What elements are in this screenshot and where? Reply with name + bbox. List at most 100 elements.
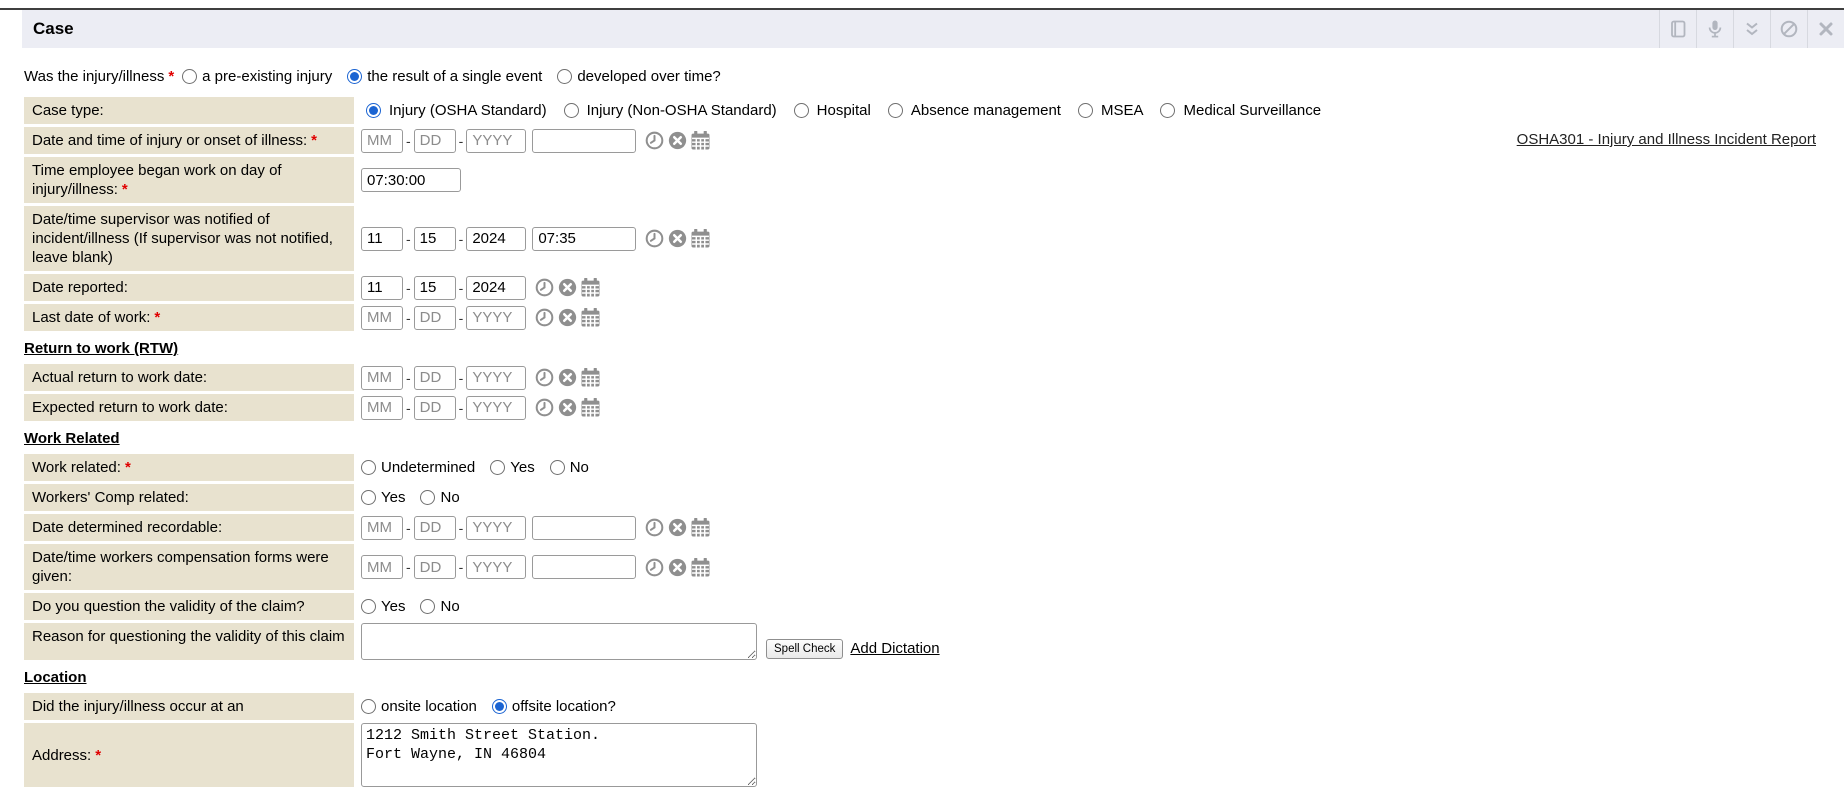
radio-checked-icon[interactable] — [492, 699, 507, 714]
radio-icon[interactable] — [361, 599, 376, 614]
day-input[interactable] — [414, 129, 456, 153]
radio-icon[interactable] — [361, 460, 376, 475]
radio-icon[interactable] — [420, 490, 435, 505]
radio-medical-surveillance[interactable]: Medical Surveillance — [1160, 102, 1321, 119]
month-input[interactable] — [361, 516, 403, 540]
month-input[interactable] — [361, 276, 403, 300]
year-input[interactable] — [466, 306, 526, 330]
microphone-icon[interactable] — [1696, 10, 1733, 48]
month-input[interactable] — [361, 555, 403, 579]
radio-absence-management[interactable]: Absence management — [888, 102, 1061, 119]
day-input[interactable] — [414, 396, 456, 420]
time-input[interactable] — [532, 516, 636, 540]
block-icon[interactable] — [1770, 10, 1807, 48]
year-input[interactable] — [466, 555, 526, 579]
calendar-icon[interactable] — [691, 229, 710, 248]
clear-icon[interactable] — [668, 131, 687, 150]
month-input[interactable] — [361, 366, 403, 390]
day-input[interactable] — [414, 276, 456, 300]
time-began-work-input[interactable] — [361, 168, 461, 192]
close-icon[interactable] — [1807, 10, 1844, 48]
time-input[interactable] — [532, 555, 636, 579]
radio-yes[interactable]: Yes — [361, 598, 405, 615]
clock-icon[interactable] — [645, 229, 664, 248]
clear-icon[interactable] — [558, 278, 577, 297]
radio-icon[interactable] — [550, 460, 565, 475]
time-input[interactable] — [532, 129, 636, 153]
radio-offsite[interactable]: offsite location? — [492, 698, 616, 715]
clock-icon[interactable] — [645, 558, 664, 577]
month-input[interactable] — [361, 396, 403, 420]
radio-icon[interactable] — [888, 103, 903, 118]
clear-icon[interactable] — [668, 558, 687, 577]
calendar-icon[interactable] — [581, 308, 600, 327]
radio-icon[interactable] — [1160, 103, 1175, 118]
time-input[interactable] — [532, 227, 636, 251]
calendar-icon[interactable] — [691, 131, 710, 150]
add-dictation-link[interactable]: Add Dictation — [850, 640, 939, 657]
year-input[interactable] — [466, 396, 526, 420]
year-input[interactable] — [466, 276, 526, 300]
clock-icon[interactable] — [645, 131, 664, 150]
radio-icon[interactable] — [361, 490, 376, 505]
year-input[interactable] — [466, 516, 526, 540]
radio-onsite[interactable]: onsite location — [361, 698, 477, 715]
radio-injury-osha[interactable]: Injury (OSHA Standard) — [366, 102, 547, 119]
clear-icon[interactable] — [558, 398, 577, 417]
radio-msea[interactable]: MSEA — [1078, 102, 1144, 119]
month-input[interactable] — [361, 129, 403, 153]
radio-hospital[interactable]: Hospital — [794, 102, 871, 119]
radio-icon[interactable] — [1078, 103, 1093, 118]
clock-icon[interactable] — [645, 518, 664, 537]
radio-pre-existing[interactable]: a pre-existing injury — [182, 68, 332, 85]
calendar-icon[interactable] — [691, 518, 710, 537]
radio-icon[interactable] — [490, 460, 505, 475]
month-input[interactable] — [361, 306, 403, 330]
dash-separator: - — [406, 520, 411, 536]
radio-icon[interactable] — [564, 103, 579, 118]
clear-icon[interactable] — [558, 308, 577, 327]
collapse-icon[interactable] — [1733, 10, 1770, 48]
radio-checked-icon[interactable] — [347, 69, 362, 84]
radio-checked-icon[interactable] — [366, 103, 381, 118]
calendar-icon[interactable] — [581, 398, 600, 417]
radio-icon[interactable] — [182, 69, 197, 84]
osha301-report-link[interactable]: OSHA301 - Injury and Illness Incident Re… — [1517, 131, 1816, 148]
radio-undetermined[interactable]: Undetermined — [361, 459, 475, 476]
radio-icon[interactable] — [361, 699, 376, 714]
clear-icon[interactable] — [558, 368, 577, 387]
month-input[interactable] — [361, 227, 403, 251]
radio-injury-non-osha[interactable]: Injury (Non-OSHA Standard) — [564, 102, 777, 119]
row-supervisor-notified: Date/time supervisor was notified of inc… — [24, 206, 1834, 271]
year-input[interactable] — [466, 227, 526, 251]
clock-icon[interactable] — [535, 368, 554, 387]
radio-single-event[interactable]: the result of a single event — [347, 68, 542, 85]
year-input[interactable] — [466, 366, 526, 390]
book-icon[interactable] — [1659, 10, 1696, 48]
calendar-icon[interactable] — [581, 278, 600, 297]
radio-yes[interactable]: Yes — [361, 489, 405, 506]
radio-yes[interactable]: Yes — [490, 459, 534, 476]
reason-textarea[interactable] — [361, 623, 757, 660]
radio-no[interactable]: No — [550, 459, 589, 476]
spell-check-button[interactable]: Spell Check — [766, 639, 843, 659]
calendar-icon[interactable] — [691, 558, 710, 577]
clock-icon[interactable] — [535, 398, 554, 417]
radio-no[interactable]: No — [420, 598, 459, 615]
day-input[interactable] — [414, 555, 456, 579]
day-input[interactable] — [414, 516, 456, 540]
clock-icon[interactable] — [535, 308, 554, 327]
day-input[interactable] — [414, 227, 456, 251]
clear-icon[interactable] — [668, 518, 687, 537]
clock-icon[interactable] — [535, 278, 554, 297]
radio-over-time[interactable]: developed over time? — [557, 68, 720, 85]
radio-icon[interactable] — [557, 69, 572, 84]
radio-icon[interactable] — [794, 103, 809, 118]
day-input[interactable] — [414, 366, 456, 390]
calendar-icon[interactable] — [581, 368, 600, 387]
clear-icon[interactable] — [668, 229, 687, 248]
radio-no[interactable]: No — [420, 489, 459, 506]
radio-icon[interactable] — [420, 599, 435, 614]
day-input[interactable] — [414, 306, 456, 330]
year-input[interactable] — [466, 129, 526, 153]
